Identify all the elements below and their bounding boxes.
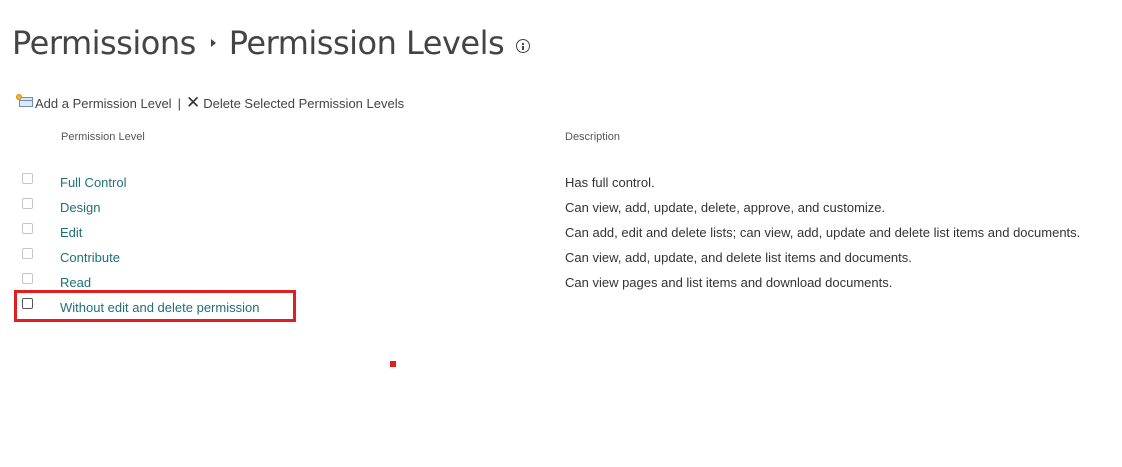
- table-row: Design Can view, add, update, delete, ap…: [0, 195, 1122, 220]
- permission-level-link[interactable]: Edit: [60, 225, 82, 240]
- breadcrumb-separator-icon: [210, 39, 216, 47]
- permission-level-link[interactable]: Design: [60, 200, 100, 215]
- toolbar-separator: |: [177, 95, 181, 111]
- table-row: Edit Can add, edit and delete lists; can…: [0, 220, 1122, 245]
- add-permission-level-button[interactable]: Add a Permission Level: [35, 96, 172, 111]
- permission-level-description: Can view, add, update, delete, approve, …: [565, 200, 886, 215]
- column-header-permission-level: Permission Level: [61, 131, 145, 143]
- page-title: Permission Levels: [228, 24, 505, 62]
- toolbar: Add a Permission Level | ✕ Delete Select…: [16, 92, 404, 114]
- permission-level-link[interactable]: Contribute: [60, 250, 120, 265]
- permission-level-description: Can view pages and list items and downlo…: [565, 275, 893, 290]
- permission-level-description: Can view, add, update, and delete list i…: [565, 250, 912, 265]
- column-header-description: Description: [565, 131, 621, 143]
- row-checkbox[interactable]: [22, 248, 33, 259]
- annotation-highlight-box: [14, 290, 296, 322]
- breadcrumb-parent-link[interactable]: Permissions: [12, 24, 196, 62]
- row-checkbox[interactable]: [22, 198, 33, 209]
- table-row: Contribute Can view, add, update, and de…: [0, 245, 1122, 270]
- add-permission-level-icon[interactable]: [16, 94, 34, 108]
- table-row: Full Control Has full control.: [0, 170, 1122, 195]
- row-checkbox[interactable]: [22, 173, 33, 184]
- row-checkbox[interactable]: [22, 223, 33, 234]
- permission-level-link[interactable]: Read: [60, 275, 91, 290]
- info-icon[interactable]: [516, 39, 531, 53]
- delete-permission-levels-button[interactable]: Delete Selected Permission Levels: [203, 96, 404, 111]
- breadcrumb: Permissions Permission Levels: [12, 18, 531, 68]
- permission-level-link[interactable]: Full Control: [60, 175, 126, 190]
- row-checkbox[interactable]: [22, 273, 33, 284]
- permission-level-description: Has full control.: [565, 175, 655, 190]
- permission-level-description: Can add, edit and delete lists; can view…: [565, 225, 1081, 240]
- x-icon[interactable]: ✕: [186, 94, 200, 111]
- annotation-marker: [390, 361, 396, 367]
